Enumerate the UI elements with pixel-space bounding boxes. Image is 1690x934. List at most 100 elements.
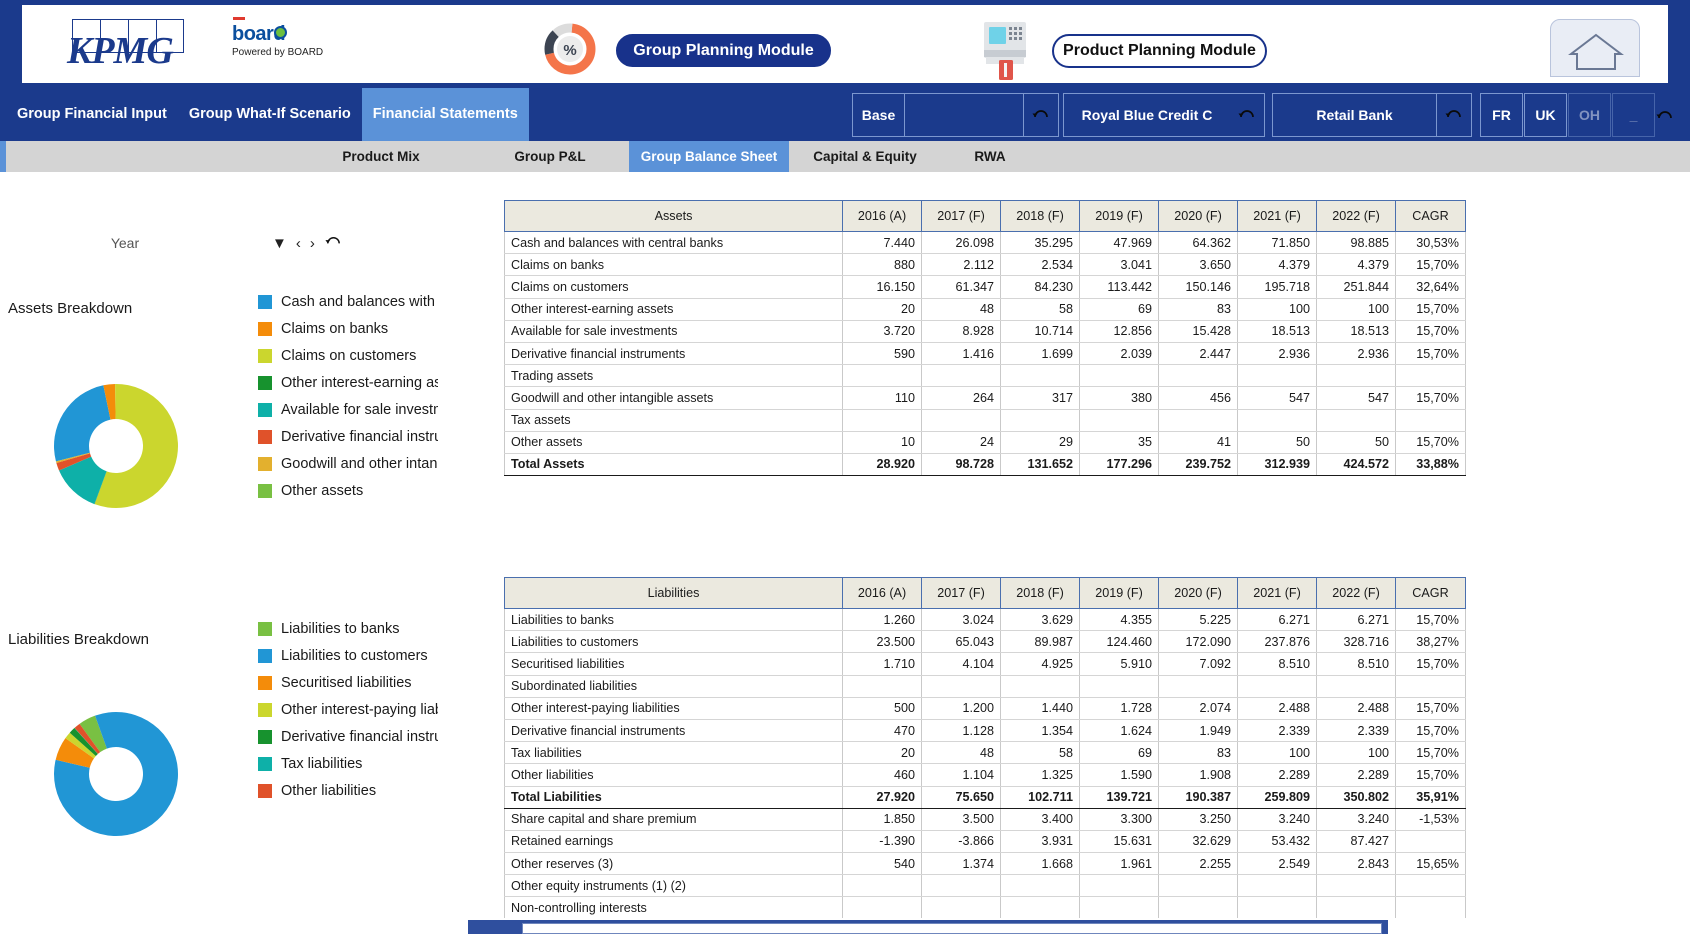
liabilities-table-cell: 2.289 — [1237, 763, 1317, 787]
country-selector-blank[interactable]: _ — [1612, 93, 1655, 137]
liabilities-table-cell: 1.374 — [921, 852, 1001, 876]
entity-selector[interactable]: Royal Blue Credit C — [1063, 93, 1265, 137]
prev-arrow-icon[interactable]: ‹ — [296, 236, 301, 251]
assets-table-cell — [1079, 364, 1159, 388]
liabilities-table-cell — [1237, 896, 1317, 920]
liabilities-table-cell: 27.920 — [842, 785, 922, 809]
next-arrow-icon[interactable]: › — [310, 236, 315, 251]
refresh-icon[interactable] — [324, 232, 343, 254]
liabilities-legend-item[interactable]: Liabilities to customers — [258, 642, 438, 669]
assets-legend-label: Other assets — [281, 482, 364, 499]
assets-table-cell: 98.728 — [921, 452, 1001, 477]
liabilities-table-cell: 190.387 — [1158, 785, 1238, 809]
assets-table-header-row: Assets 2016 (A) 2017 (F) 2018 (F) 2019 (F) 20… — [504, 200, 1466, 232]
liabilities-table-cell: 1.961 — [1079, 852, 1159, 876]
assets-table-cell: 3.720 — [842, 320, 922, 343]
assets-table-cell: 590 — [842, 342, 922, 366]
chevron-down-icon[interactable]: ▼ — [272, 236, 287, 251]
assets-table-cell: 547 — [1316, 386, 1396, 410]
liabilities-table-cagr-cell: 38,27% — [1395, 630, 1466, 654]
liabilities-table-cell: 2.339 — [1316, 719, 1396, 743]
table-row: Trading assets — [504, 364, 1466, 388]
assets-table-cell: 150.146 — [1158, 275, 1238, 299]
table-row: Share capital and share premium 1.850 3.50… — [504, 808, 1466, 831]
liabilities-table-cell — [1316, 675, 1396, 698]
liabilities-table-cagr-cell: 15,70% — [1395, 652, 1466, 676]
kpmg-logo-text: KPMG — [67, 30, 174, 72]
liabilities-table-cell: 2.549 — [1237, 852, 1317, 876]
bank-refresh-icon[interactable] — [1437, 94, 1471, 136]
assets-legend-item[interactable]: Goodwill and other intang — [258, 450, 438, 477]
assets-table-cagr-cell: 15,70% — [1395, 298, 1466, 321]
scenario-refresh-icon[interactable] — [1024, 94, 1058, 136]
assets-table-cell: 18.513 — [1316, 320, 1396, 343]
assets-table-cell: 16.150 — [842, 275, 922, 299]
assets-table-header-2: 2017 (F) — [921, 200, 1001, 232]
liabilities-table-row-label: Non-controlling interests — [504, 896, 843, 920]
liabilities-legend-item[interactable]: Tax liabilities — [258, 750, 438, 777]
sub-tab-product-mix[interactable]: Product Mix — [326, 141, 436, 172]
assets-table-cell — [1316, 364, 1396, 388]
entity-refresh-icon[interactable] — [1230, 94, 1264, 136]
liabilities-table-cell: 3.629 — [1000, 608, 1080, 632]
sub-tab-group-balance-sheet[interactable]: Group Balance Sheet — [629, 141, 789, 172]
sub-tab-capital-equity[interactable]: Capital & Equity — [798, 141, 932, 172]
assets-legend-item[interactable]: Other interest-earning ass — [258, 369, 438, 396]
liabilities-table-row-label: Other reserves (3) — [504, 852, 843, 876]
liabilities-table-row-label: Liabilities to customers — [504, 630, 843, 654]
global-refresh-icon[interactable] — [1655, 106, 1675, 131]
liabilities-legend-item[interactable]: Liabilities to banks — [258, 615, 438, 642]
country-selector-oh[interactable]: OH — [1568, 93, 1611, 137]
liabilities-legend-swatch-icon — [258, 621, 272, 636]
nav-tab-financial-statements[interactable]: Financial Statements — [361, 88, 529, 141]
nav-tab-group-financial-input[interactable]: Group Financial Input — [6, 88, 178, 141]
assets-table-cell: 41 — [1158, 431, 1238, 454]
table-row: Liabilities to customers 23.500 65.043 89.9… — [504, 630, 1466, 654]
liabilities-table-cagr-cell — [1395, 896, 1466, 920]
nav-tab-group-what-if-scenario[interactable]: Group What-If Scenario — [178, 88, 362, 141]
country-selector-fr[interactable]: FR — [1480, 93, 1523, 137]
assets-legend-swatch-icon — [258, 375, 272, 390]
liabilities-table-cell: 48 — [921, 741, 1001, 765]
liabilities-legend-item[interactable]: Securitised liabilities — [258, 669, 438, 696]
liabilities-table-cell: 139.721 — [1079, 785, 1159, 809]
liabilities-legend-item[interactable]: Other liabilities — [258, 777, 438, 804]
liabilities-legend-item[interactable]: Other interest-paying liab — [258, 696, 438, 723]
assets-legend-item[interactable]: Derivative financial instru — [258, 423, 438, 450]
bank-selector[interactable]: Retail Bank — [1272, 93, 1472, 137]
liabilities-table-cell: 6.271 — [1237, 608, 1317, 632]
liabilities-legend-item[interactable]: Derivative financial instru — [258, 723, 438, 750]
group-planning-module-button[interactable]: Group Planning Module — [616, 34, 831, 67]
donut-slice[interactable] — [54, 385, 111, 462]
liabilities-table-cell — [1079, 896, 1159, 920]
top-banner-white-area: KPMG board Powered by BOARD % Group Plan… — [22, 5, 1668, 83]
home-button[interactable] — [1550, 19, 1640, 77]
assets-table-header-4: 2019 (F) — [1079, 200, 1159, 232]
assets-legend-item[interactable]: Available for sale investm — [258, 396, 438, 423]
country-selector-uk[interactable]: UK — [1524, 93, 1567, 137]
liabilities-table-cagr-cell — [1395, 675, 1466, 698]
liabilities-table-cagr-cell: 15,70% — [1395, 741, 1466, 765]
assets-table-row-label: Tax assets — [504, 409, 843, 432]
assets-legend-item[interactable]: Other assets — [258, 477, 438, 504]
assets-legend-label: Claims on banks — [281, 320, 389, 337]
assets-legend-swatch-icon — [258, 402, 272, 417]
product-planning-module-button[interactable]: Product Planning Module — [1052, 34, 1267, 68]
assets-table-row-label: Derivative financial instruments — [504, 342, 843, 366]
assets-table-cell: 4.379 — [1316, 253, 1396, 277]
assets-table-header-1: 2016 (A) — [842, 200, 922, 232]
assets-table-cell: 2.112 — [921, 253, 1001, 277]
assets-legend-item[interactable]: Claims on banks — [258, 315, 438, 342]
liabilities-table-cagr-cell: 35,91% — [1395, 785, 1466, 809]
liabilities-table-cagr-cell — [1395, 830, 1466, 854]
assets-legend-item[interactable]: Claims on customers — [258, 342, 438, 369]
assets-table-cell: 113.442 — [1079, 275, 1159, 299]
assets-table-cell: 26.098 — [921, 231, 1001, 255]
scenario-selector[interactable]: Base — [852, 93, 1059, 137]
assets-table-cell: 29 — [1000, 431, 1080, 454]
sub-tab-rwa[interactable]: RWA — [960, 141, 1020, 172]
assets-legend-item[interactable]: Cash and balances with ce — [258, 288, 438, 315]
assets-table-cell: 10 — [842, 431, 922, 454]
assets-legend-swatch-icon — [258, 321, 272, 336]
sub-tab-group-pl[interactable]: Group P&L — [500, 141, 600, 172]
